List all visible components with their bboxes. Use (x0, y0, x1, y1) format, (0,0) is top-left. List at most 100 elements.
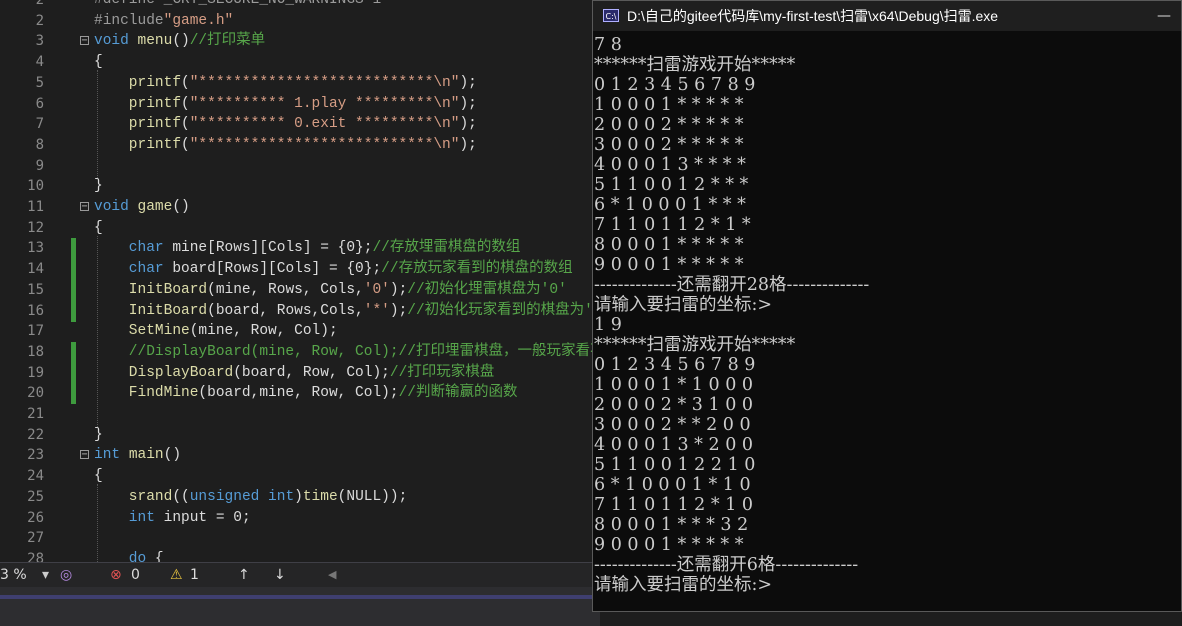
code-line[interactable]: 3 − void menu()//打印菜单 (0, 31, 600, 52)
line-number: 16 (27, 302, 44, 319)
previous-issue-icon[interactable]: ↑ (238, 563, 250, 587)
code-line[interactable]: 13 char mine[Rows][Cols] = {0};//存放埋雷棋盘的… (0, 238, 600, 260)
code-line[interactable]: 25 srand((unsigned int)time(NULL)); (0, 487, 600, 508)
code-token: "***************************\n" (189, 74, 460, 91)
console-line: 0 1 2 3 4 5 6 7 8 9 (594, 355, 756, 375)
code-token: { (94, 54, 103, 71)
console-line: 6 * 1 0 0 0 1 * 1 0 (594, 475, 751, 495)
code-line[interactable]: 2 #include"game.h" (0, 11, 600, 32)
code-line[interactable]: 17 SetMine(mine, Row, Col); (0, 321, 600, 342)
code-token: int (94, 447, 129, 464)
code-line[interactable]: 2 #define _CRT_SECURE_NO_WARNINGS 1 (0, 0, 600, 11)
code-line[interactable]: 28 do { (0, 549, 600, 562)
code-line[interactable]: 10} (0, 176, 600, 197)
code-token: main (128, 447, 164, 464)
console-line: 2 0 0 0 2 * 3 1 0 0 (594, 395, 754, 415)
fold-toggle-icon[interactable]: − (80, 36, 89, 46)
code-text: do { (94, 549, 164, 562)
code-line[interactable]: 5 printf("***************************\n"… (0, 73, 600, 94)
error-count[interactable]: 0 (131, 563, 140, 587)
fold-toggle-icon[interactable]: − (80, 202, 89, 212)
code-token: "********** 0.exit *********\n" (189, 116, 460, 133)
line-number: 24 (27, 468, 44, 485)
code-token: //DisplayBoard(mine, Row, Col);//打印埋雷棋盘，… (94, 343, 600, 360)
code-line[interactable]: 11 − void game() (0, 197, 600, 218)
code-token: printf (94, 136, 182, 153)
code-line[interactable]: 12 { (0, 218, 600, 239)
code-token: ); (459, 95, 477, 112)
code-token: } (94, 426, 103, 443)
code-token: (board, Row, Col); (233, 364, 390, 381)
code-text: #include"game.h" (94, 11, 233, 32)
code-line[interactable]: 21 (0, 404, 600, 425)
code-line[interactable]: 4{ (0, 52, 600, 73)
console-line: 5 1 1 0 0 1 2 2 1 0 (594, 455, 756, 475)
code-line[interactable]: 18 //DisplayBoard(mine, Row, Col);//打印埋雷… (0, 341, 600, 363)
line-number: 15 (27, 281, 44, 298)
code-token: SetMine (94, 323, 190, 340)
code-text: char mine[Rows][Cols] = {0};//存放埋雷棋盘的数组 (94, 238, 521, 259)
scroll-left-icon[interactable]: ◀ (328, 563, 336, 587)
fold-toggle-icon[interactable]: − (80, 450, 89, 460)
error-icon[interactable]: ⊗ (110, 563, 122, 587)
code-line[interactable]: 23 − int main() (0, 445, 600, 466)
code-text: SetMine(mine, Row, Col); (94, 321, 338, 342)
minimize-button[interactable]: — (1155, 1, 1173, 31)
code-line[interactable]: 24 { (0, 466, 600, 487)
line-number: 8 (35, 136, 44, 153)
line-number: 2 (35, 0, 44, 8)
console-line: 1 9 (594, 315, 622, 335)
code-line[interactable]: 16 InitBoard(board, Rows,Cols,'*');//初始化… (0, 300, 600, 322)
code-token: "game.h" (163, 12, 234, 29)
code-line[interactable]: 26 int input = 0; (0, 508, 600, 529)
code-token: menu (137, 33, 173, 50)
code-line[interactable]: 27 (0, 528, 600, 549)
code-token: char (94, 261, 173, 278)
line-number: 12 (27, 219, 44, 236)
console-window[interactable]: C:\ D:\自己的gitee代码库\my-first-test\扫雷\x64\… (592, 0, 1182, 612)
code-text: printf("***************************\n"); (94, 135, 477, 156)
code-token: //判断输赢的函数 (398, 385, 518, 402)
console-line: 请输入要扫雷的坐标:> (594, 295, 773, 315)
console-output: 7 8 ******扫雷游戏开始***** 0 1 2 3 4 5 6 7 8 9 1… (594, 35, 869, 595)
code-line[interactable]: 6 printf("********** 1.play *********\n"… (0, 94, 600, 115)
code-token: () (172, 199, 190, 215)
next-issue-icon[interactable]: ↓ (274, 563, 286, 587)
indent-guide (97, 484, 98, 562)
code-line[interactable]: 9 (0, 156, 600, 177)
console-line: 2 0 0 0 2 * * * * * (594, 115, 744, 135)
code-line[interactable]: 14 char board[Rows][Cols] = {0};//存放玩家看到… (0, 259, 600, 281)
console-title-bar[interactable]: C:\ D:\自己的gitee代码库\my-first-test\扫雷\x64\… (593, 1, 1181, 31)
line-number: 27 (27, 530, 44, 547)
bottom-panel (0, 587, 600, 626)
code-token: do (94, 550, 155, 562)
console-title: D:\自己的gitee代码库\my-first-test\扫雷\x64\Debu… (627, 8, 999, 24)
line-number: 23 (27, 447, 44, 464)
warning-icon[interactable]: ⚠ (170, 563, 183, 587)
code-editor[interactable]: 2 #define _CRT_SECURE_NO_WARNINGS 1 2 #incl… (0, 0, 600, 562)
line-number: 7 (35, 116, 44, 133)
console-line: 7 8 (594, 35, 622, 55)
line-number: 5 (35, 74, 44, 91)
code-line[interactable]: 8 printf("***************************\n"… (0, 135, 600, 156)
code-token: void (94, 33, 138, 50)
console-line: 5 1 1 0 0 1 2 * * * (594, 175, 749, 195)
code-line[interactable]: 20 FindMine(board,mine, Row, Col);//判断输赢… (0, 383, 600, 405)
warning-count[interactable]: 1 (190, 563, 199, 587)
line-number: 25 (27, 488, 44, 505)
code-token: (mine, Rows, Cols, (207, 281, 364, 298)
code-text: } (94, 425, 103, 446)
code-line[interactable]: 7 printf("********** 0.exit *********\n"… (0, 114, 600, 135)
health-icon[interactable]: ◎ (60, 563, 72, 587)
console-line: ******扫雷游戏开始***** (594, 335, 796, 355)
code-token: InitBoard (94, 281, 208, 298)
code-text: srand((unsigned int)time(NULL)); (94, 487, 408, 508)
code-line[interactable]: 15 InitBoard(mine, Rows, Cols,'0');//初始化… (0, 279, 600, 301)
code-token: printf (94, 95, 182, 112)
zoom-level[interactable]: 3 % (0, 563, 27, 587)
zoom-dropdown-icon[interactable]: ▾ (42, 563, 49, 587)
console-line: 4 0 0 0 1 3 * * * * (594, 155, 746, 175)
code-token: //初始化埋雷棋盘为'0' (407, 281, 567, 298)
code-line[interactable]: 19 DisplayBoard(board, Row, Col);//打印玩家棋… (0, 362, 600, 384)
code-line[interactable]: 22} (0, 425, 600, 446)
